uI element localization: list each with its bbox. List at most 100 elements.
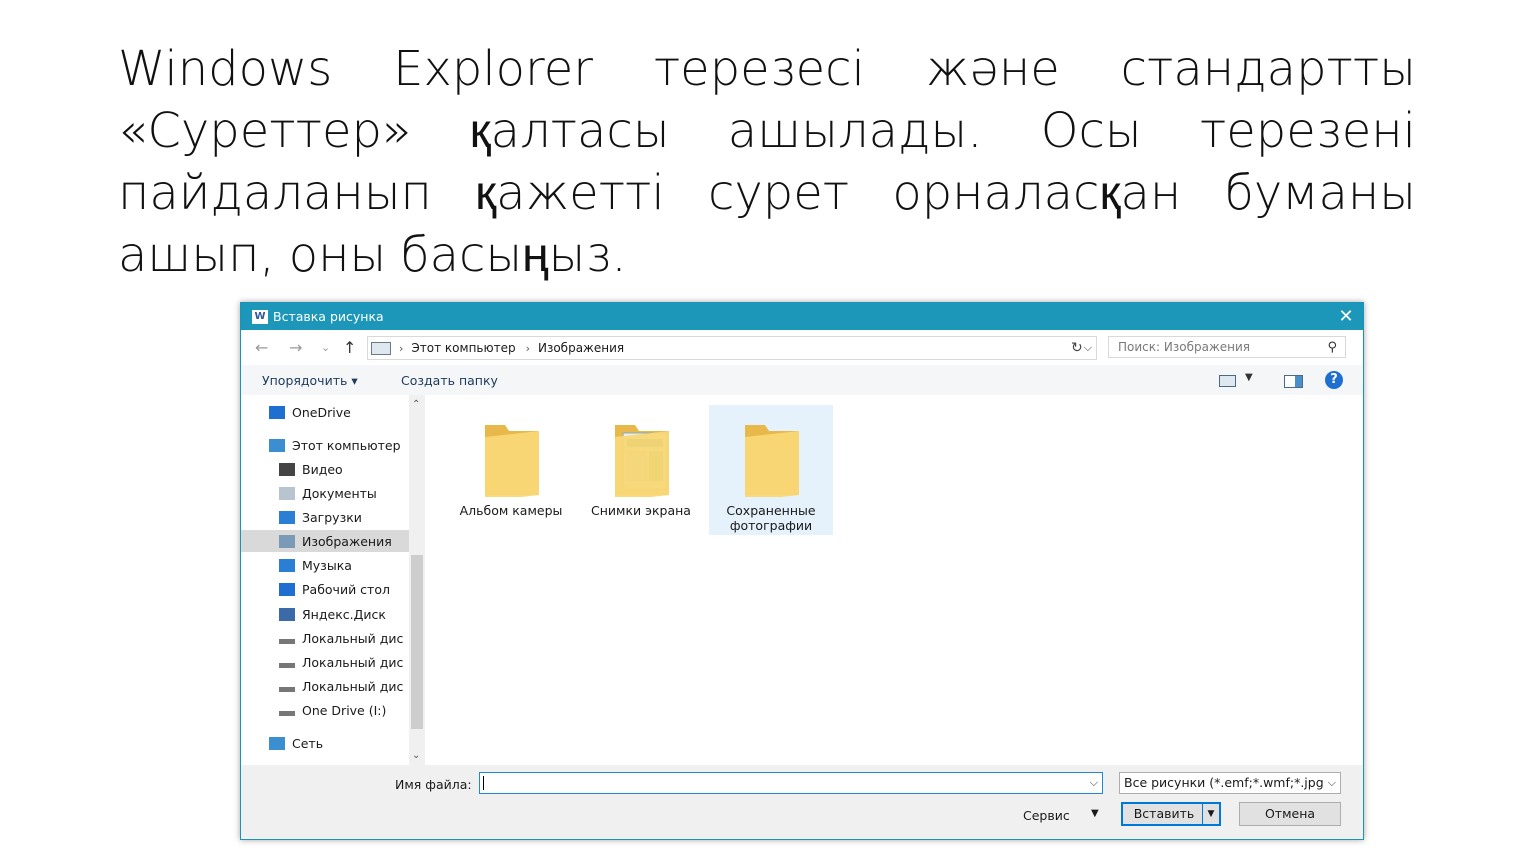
folder-item[interactable]: Снимки экрана xyxy=(579,405,703,535)
sidebar-item-label: Видео xyxy=(302,461,343,477)
sidebar-item[interactable]: Музыка xyxy=(241,554,409,576)
organize-button[interactable]: Упорядочить ▾ xyxy=(262,373,358,388)
back-arrow-icon[interactable]: ← xyxy=(255,338,268,357)
breadcrumb-separator-icon: › xyxy=(399,341,404,355)
chevron-down-icon[interactable]: ▼ xyxy=(1091,808,1099,819)
documents-icon xyxy=(279,486,295,500)
preview-pane-icon[interactable] xyxy=(1284,375,1303,388)
cloud-icon xyxy=(269,405,285,419)
up-arrow-icon[interactable]: ↑ xyxy=(343,338,356,357)
command-bar: Упорядочить ▾ Создать папку ▼ ? xyxy=(241,365,1363,395)
folder-icon xyxy=(745,425,799,497)
sidebar-item[interactable]: OneDrive xyxy=(241,401,409,423)
sidebar-item[interactable]: Локальный дис xyxy=(241,675,409,697)
folder-item[interactable]: Альбом камеры xyxy=(449,405,573,535)
sidebar-item[interactable]: Загрузки xyxy=(241,506,409,528)
sidebar-item-label: Локальный дис xyxy=(302,654,404,670)
breadcrumb-pictures[interactable]: Изображения xyxy=(538,341,624,355)
paragraph-word: буманы xyxy=(1224,165,1416,221)
sidebar-item[interactable]: Яндекс.Диск xyxy=(241,603,409,625)
paragraph-word: Explorer xyxy=(393,41,593,97)
sidebar-item-label: Яндекс.Диск xyxy=(302,606,386,622)
sidebar-item[interactable]: Локальный дис xyxy=(241,651,409,673)
paragraph-word: пайдаланып xyxy=(118,165,432,221)
sidebar-item[interactable]: Рабочий стол xyxy=(241,578,409,600)
help-icon[interactable]: ? xyxy=(1325,371,1343,389)
recent-locations-icon[interactable]: ⌄ xyxy=(321,341,330,354)
sidebar-scrollbar[interactable]: ⌃ ⌄ xyxy=(409,395,425,765)
refresh-icon[interactable]: ↻ xyxy=(1071,340,1083,356)
pictures-location-icon xyxy=(371,341,391,355)
tools-menu[interactable]: Сервис xyxy=(1023,808,1070,823)
paragraph-word: ашылады. xyxy=(727,103,983,159)
music-icon xyxy=(279,558,295,572)
chevron-down-icon[interactable]: ▼ xyxy=(1202,804,1219,824)
sidebar-item[interactable]: Документы xyxy=(241,482,409,504)
paragraph-word: «Суреттер» xyxy=(118,103,412,159)
slide-paragraph: Windows Explorer терезесі және стандартты «Су… xyxy=(118,38,1416,286)
pictures-icon xyxy=(279,534,295,548)
sidebar-item[interactable]: One Drive (I:) xyxy=(241,699,409,721)
sidebar-item-label: Локальный дис xyxy=(302,678,404,694)
sidebar-item-label: Загрузки xyxy=(302,509,362,525)
sidebar-item[interactable]: Локальный дис xyxy=(241,627,409,649)
chevron-down-icon: ⌵ xyxy=(1325,773,1336,793)
folder-item[interactable]: Сохраненные фотографии xyxy=(709,405,833,535)
chevron-down-icon[interactable]: ⌵ xyxy=(1084,341,1092,355)
chevron-down-icon[interactable]: ▼ xyxy=(1245,372,1253,383)
sidebar-item[interactable]: Видео xyxy=(241,458,409,480)
address-bar[interactable]: › Этот компьютер › Изображения ⌵ xyxy=(367,336,1097,360)
word-app-icon: W xyxy=(252,309,268,324)
close-icon[interactable]: ✕ xyxy=(1329,306,1363,327)
yandex-disk-icon xyxy=(279,607,295,621)
sidebar-item-label: One Drive (I:) xyxy=(302,702,387,718)
sidebar-item-label: Этот компьютер xyxy=(292,437,401,453)
paragraph-word: басыңыз. xyxy=(400,227,627,283)
paragraph-word: ашып, xyxy=(118,227,275,283)
view-options-icon[interactable] xyxy=(1219,375,1236,387)
network-icon xyxy=(269,736,285,750)
insert-button-label: Вставить xyxy=(1133,806,1195,821)
folder-label: Альбом камеры xyxy=(459,503,563,518)
breadcrumb-this-pc[interactable]: Этот компьютер xyxy=(411,341,515,355)
file-list: Альбом камеры Снимки экрана Сохраненные фо… xyxy=(427,395,1363,765)
cancel-button[interactable]: Отмена xyxy=(1239,802,1341,826)
paragraph-word: қажетті xyxy=(475,165,665,221)
paragraph-word: терезесі xyxy=(653,41,865,97)
folder-label: Снимки экрана xyxy=(591,503,691,518)
navigation-pane: OneDrive Этот компьютер Видео Документы Загр… xyxy=(241,395,409,765)
search-icon[interactable]: ⚲ xyxy=(1327,340,1337,355)
search-input[interactable]: Поиск: Изображения ⚲ xyxy=(1108,336,1346,358)
insert-button[interactable]: Вставить ▼ xyxy=(1121,802,1221,826)
scroll-down-icon[interactable]: ⌄ xyxy=(412,750,420,761)
drive-icon xyxy=(279,638,295,644)
sidebar-item[interactable]: Сеть xyxy=(241,732,409,754)
folder-screenshots-icon xyxy=(615,425,669,497)
address-row: ← → ⌄ ↑ › Этот компьютер › Изображения ⌵… xyxy=(241,334,1363,362)
filename-label: Имя файла: xyxy=(395,777,472,792)
sidebar-item-label: Локальный дис xyxy=(302,630,404,646)
paragraph-word: терезені xyxy=(1199,103,1416,159)
filetype-select[interactable]: Все рисунки (*.emf;*.wmf;*.jpg ⌵ xyxy=(1119,772,1341,794)
sidebar-item-label: Изображения xyxy=(302,533,392,549)
scrollbar-thumb[interactable] xyxy=(411,555,423,729)
paragraph-word: орналасқан xyxy=(892,165,1182,221)
paragraph-line: ашып, оны басыңыз. xyxy=(118,224,1416,286)
dialog-footer: Имя файла: ⌵ Все рисунки (*.emf;*.wmf;*.… xyxy=(241,765,1363,839)
sidebar-item-label: Документы xyxy=(302,485,377,501)
paragraph-word: және xyxy=(925,41,1060,97)
sidebar-item[interactable]: Изображения xyxy=(241,530,409,552)
sidebar-item-label: Сеть xyxy=(292,735,324,751)
folder-icon xyxy=(485,425,539,497)
paragraph-word: стандартты xyxy=(1120,41,1416,97)
new-folder-button[interactable]: Создать папку xyxy=(401,373,498,388)
paragraph-word: сурет xyxy=(707,165,850,221)
chevron-down-icon[interactable]: ⌵ xyxy=(1090,776,1098,790)
dialog-title: Вставка рисунка xyxy=(273,309,384,324)
paragraph-word: қалтасы xyxy=(469,103,670,159)
forward-arrow-icon[interactable]: → xyxy=(289,338,302,357)
scroll-up-icon[interactable]: ⌃ xyxy=(412,399,420,410)
filename-input[interactable]: ⌵ xyxy=(479,772,1103,794)
sidebar-item[interactable]: Этот компьютер xyxy=(241,434,409,456)
sidebar-item-label: OneDrive xyxy=(292,404,351,420)
